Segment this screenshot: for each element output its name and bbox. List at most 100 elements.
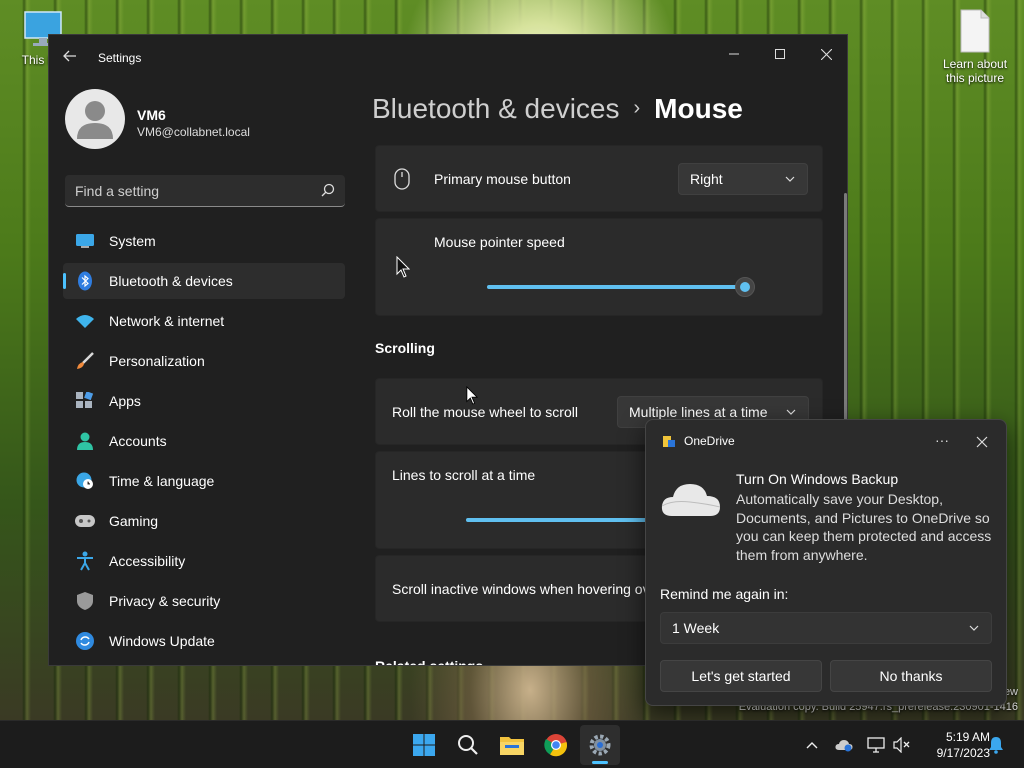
sidebar-item-label: Gaming — [109, 513, 159, 529]
sidebar-item-personalization[interactable]: Personalization — [63, 343, 345, 379]
sidebar-item-apps[interactable]: Apps — [63, 383, 345, 419]
search-icon[interactable] — [321, 183, 335, 202]
page-title: Mouse — [654, 93, 743, 124]
sidebar: VM6 VM6@collabnet.local System Bluetooth… — [49, 81, 359, 665]
bluetooth-icon — [75, 271, 95, 291]
roll-wheel-value: Multiple lines at a time — [629, 404, 768, 420]
sidebar-item-system[interactable]: System — [63, 223, 345, 259]
remind-dropdown[interactable]: 1 Week — [660, 612, 992, 644]
sidebar-item-accounts[interactable]: Accounts — [63, 423, 345, 459]
speaker-muted-icon[interactable] — [892, 735, 912, 755]
notification-body: Automatically save your Desktop, Documen… — [736, 491, 992, 563]
settings-icon[interactable] — [580, 725, 620, 765]
clock-date: 9/17/2023 — [936, 746, 990, 760]
mouse-pointer-icon — [466, 385, 479, 410]
chevron-down-icon — [785, 164, 795, 194]
onedrive-tray-icon[interactable] — [834, 735, 854, 755]
globe-clock-icon — [75, 471, 95, 491]
remind-value: 1 Week — [672, 620, 720, 636]
lines-to-scroll-label: Lines to scroll at a time — [392, 467, 536, 483]
sidebar-item-label: Accessibility — [109, 553, 186, 569]
sidebar-item-label: Privacy & security — [109, 593, 221, 609]
remind-label: Remind me again in: — [660, 586, 789, 602]
sidebar-item-label: System — [109, 233, 156, 249]
cloud-icon — [660, 478, 722, 523]
pointer-speed-track[interactable] — [487, 285, 745, 289]
sidebar-item-label: Personalization — [109, 353, 205, 369]
desktop-icon-learn-picture[interactable]: Learn about this picture — [940, 8, 1010, 85]
no-thanks-button[interactable]: No thanks — [830, 660, 992, 692]
start-icon[interactable] — [404, 725, 444, 765]
search-icon[interactable] — [448, 725, 488, 765]
person-icon — [75, 431, 95, 451]
apps-icon — [75, 391, 95, 411]
search-box[interactable] — [65, 175, 345, 207]
primary-button-dropdown[interactable]: Right — [678, 163, 808, 195]
sidebar-item-label: Apps — [109, 393, 141, 409]
close-button[interactable] — [803, 39, 847, 69]
sidebar-item-gaming[interactable]: Gaming — [63, 503, 345, 539]
breadcrumb: Bluetooth & devices › Mouse — [372, 93, 743, 125]
primary-button-card: Primary mouse button Right — [375, 145, 823, 212]
lines-to-scroll-track[interactable] — [466, 518, 666, 522]
window-title: Settings — [98, 51, 142, 65]
desktop-icon-label: Learn about this picture — [942, 57, 1008, 85]
roll-wheel-label: Roll the mouse wheel to scroll — [392, 404, 578, 420]
notification-title: OneDrive — [684, 434, 735, 448]
pointer-speed-slider[interactable] — [735, 277, 755, 297]
mouse-pointer-icon — [396, 255, 411, 283]
pointer-speed-card: Mouse pointer speed — [375, 218, 823, 316]
sidebar-item-windows-update[interactable]: Windows Update — [63, 623, 345, 659]
sidebar-item-network[interactable]: Network & internet — [63, 303, 345, 339]
wifi-icon — [75, 311, 95, 331]
more-options-icon[interactable]: ··· — [930, 430, 954, 454]
sidebar-item-privacy[interactable]: Privacy & security — [63, 583, 345, 619]
chevron-up-icon[interactable] — [802, 735, 822, 755]
taskbar: 5:19 AM 9/17/2023 — [0, 720, 1024, 768]
breadcrumb-separator: › — [633, 97, 641, 119]
nav-list: System Bluetooth & devices Network & int… — [63, 223, 345, 663]
avatar[interactable] — [65, 89, 125, 149]
breadcrumb-parent[interactable]: Bluetooth & devices — [372, 93, 620, 124]
clock-time: 5:19 AM — [945, 730, 990, 744]
system-icon — [75, 231, 95, 251]
file-icon — [958, 8, 992, 54]
user-email: VM6@collabnet.local — [137, 125, 250, 139]
accessibility-icon — [75, 551, 95, 571]
shield-icon — [75, 591, 95, 611]
brush-icon — [75, 351, 95, 371]
get-started-button[interactable]: Let's get started — [660, 660, 822, 692]
notification-heading: Turn On Windows Backup — [736, 471, 899, 487]
chevron-down-icon — [969, 613, 979, 643]
pointer-speed-label: Mouse pointer speed — [434, 234, 565, 250]
scrolling-heading: Scrolling — [375, 340, 435, 356]
sidebar-item-label: Network & internet — [109, 313, 225, 329]
primary-button-label: Primary mouse button — [434, 171, 571, 187]
sidebar-item-label: Bluetooth & devices — [109, 273, 233, 289]
network-icon[interactable] — [866, 735, 886, 755]
sidebar-item-accessibility[interactable]: Accessibility — [63, 543, 345, 579]
chrome-icon[interactable] — [536, 725, 576, 765]
sidebar-item-label: Windows Update — [109, 633, 215, 649]
search-input[interactable] — [75, 175, 315, 206]
onedrive-logo-icon — [662, 434, 676, 453]
sidebar-item-time-language[interactable]: Time & language — [63, 463, 345, 499]
back-arrow-icon[interactable] — [63, 49, 83, 69]
scrollbar[interactable] — [844, 193, 847, 455]
notification-bell-icon[interactable] — [986, 735, 1006, 755]
inactive-scroll-label: Scroll inactive windows when hovering ov — [392, 581, 650, 597]
related-settings-heading: Related settings — [375, 658, 484, 666]
title-bar[interactable]: Settings — [49, 35, 847, 81]
mouse-icon — [394, 168, 410, 195]
onedrive-notification: OneDrive ··· Turn On Windows Backup Auto… — [645, 419, 1007, 706]
system-clock[interactable]: 5:19 AM 9/17/2023 — [918, 729, 990, 761]
sidebar-item-label: Accounts — [109, 433, 167, 449]
minimize-button[interactable] — [711, 39, 757, 69]
maximize-button[interactable] — [757, 39, 803, 69]
sidebar-item-bluetooth[interactable]: Bluetooth & devices — [63, 263, 345, 299]
update-icon — [75, 631, 95, 651]
gamepad-icon — [75, 511, 95, 531]
file-explorer-icon[interactable] — [492, 725, 532, 765]
close-icon[interactable] — [972, 432, 992, 452]
sidebar-item-label: Time & language — [109, 473, 215, 489]
